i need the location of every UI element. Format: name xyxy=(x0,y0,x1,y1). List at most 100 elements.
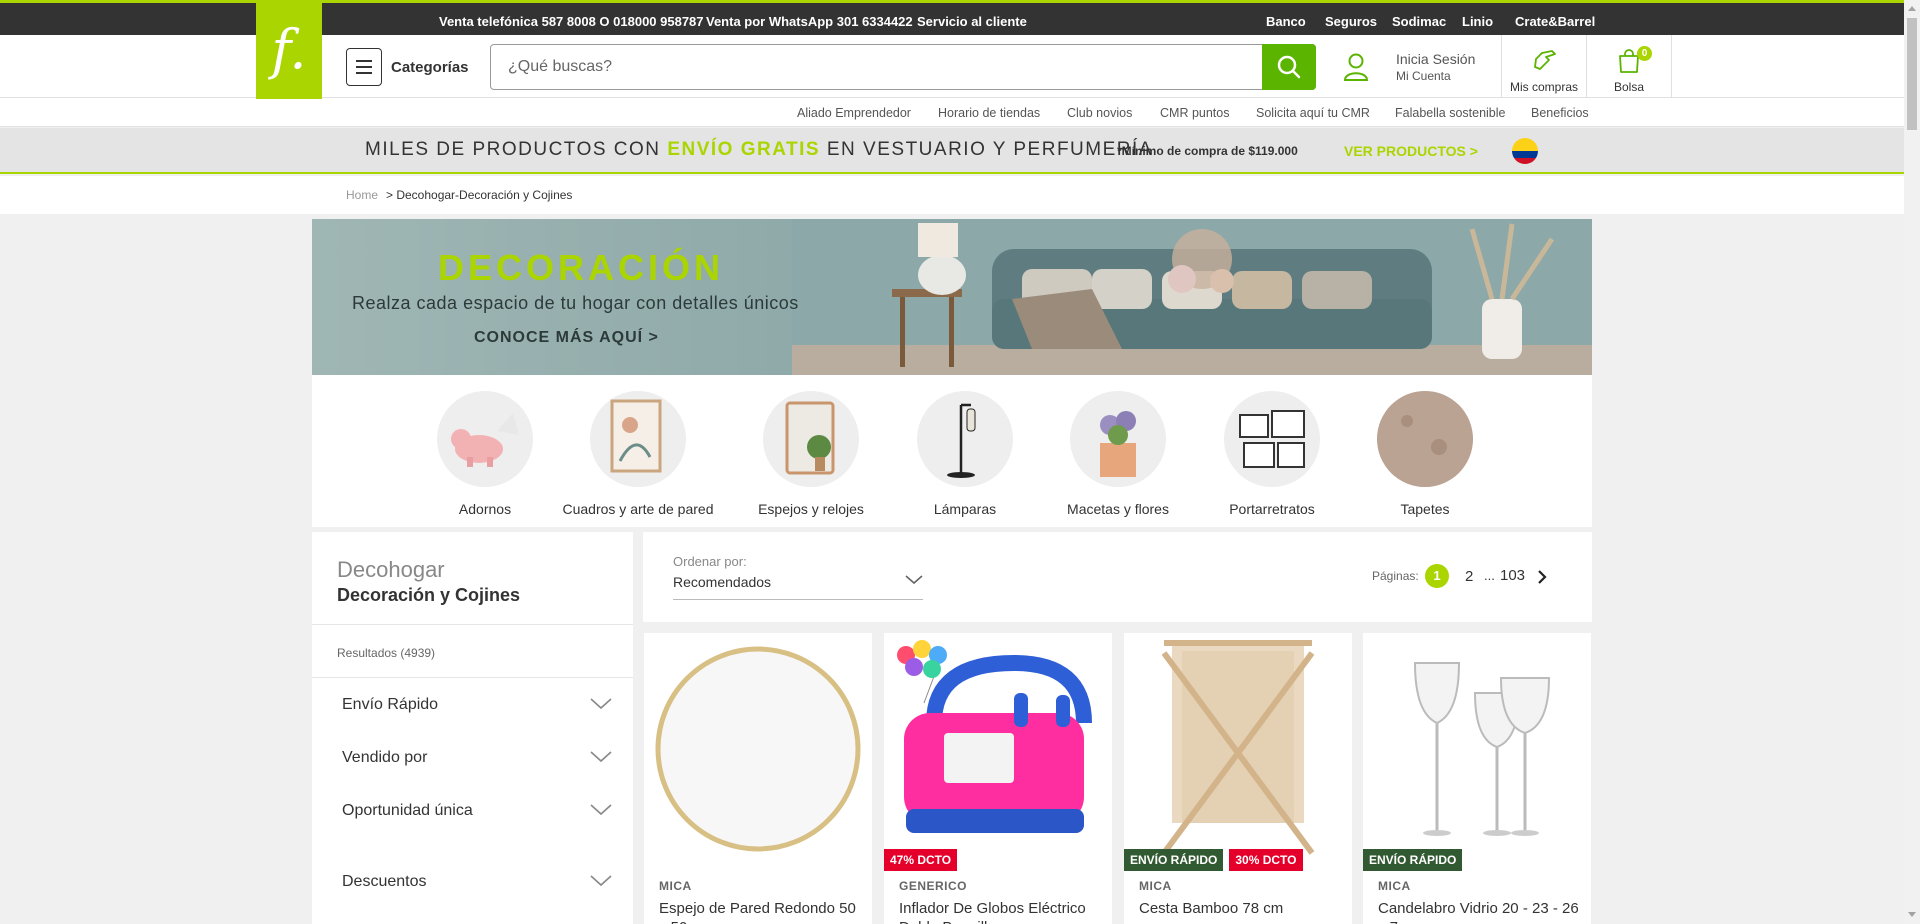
scrollbar-thumb[interactable] xyxy=(1907,18,1917,130)
sort-dropdown[interactable]: Recomendados xyxy=(673,574,923,600)
subnav-horario-tiendas[interactable]: Horario de tiendas xyxy=(938,106,1040,120)
topbar-link-linio[interactable]: Linio xyxy=(1462,14,1493,29)
topbar-link-crate-barrel[interactable]: Crate&Barrel xyxy=(1515,14,1595,29)
search-icon xyxy=(1277,55,1301,79)
categories-button[interactable]: Categorías xyxy=(391,59,469,76)
category-espejos[interactable]: Espejos y relojes xyxy=(731,391,891,517)
product-name[interactable]: Candelabro Vidrio 20 - 23 - 26 x 7 cm xyxy=(1378,899,1583,924)
product-image xyxy=(884,633,1112,861)
subnav-aliado-emprendedor[interactable]: Aliado Emprendedor xyxy=(797,106,911,120)
chevron-down-icon xyxy=(590,875,612,887)
page-current[interactable]: 1 xyxy=(1425,564,1449,588)
filter-category-title: Decohogar xyxy=(337,557,445,582)
product-brand: MICA xyxy=(659,879,692,893)
breadcrumb-current: > Decohogar-Decoración y Cojines xyxy=(386,188,573,202)
header-divider xyxy=(1671,35,1672,98)
page-2-link[interactable]: 2 xyxy=(1465,568,1473,585)
cart-label: Bolsa xyxy=(1613,80,1645,94)
product-card[interactable]: 47% DCTO GENERICO Inflador De Globos Elé… xyxy=(884,633,1112,924)
subnav-solicita-cmr[interactable]: Solicita aquí tu CMR xyxy=(1256,106,1370,120)
topbar-link-banco[interactable]: Banco xyxy=(1266,14,1306,29)
promo-text: MILES DE PRODUCTOS CON ENVÍO GRATIS EN V… xyxy=(365,139,1153,160)
espejos-image xyxy=(763,391,859,487)
hero-subtitle: Realza cada espacio de tu hogar con deta… xyxy=(352,293,799,313)
results-toolbar: Ordenar por: Recomendados Páginas: 1 2 .… xyxy=(643,532,1592,622)
filter-subcategory-title: Decoración y Cojines xyxy=(337,585,521,605)
user-icon[interactable] xyxy=(1343,52,1369,82)
filter-descuentos[interactable]: Descuentos xyxy=(342,873,612,891)
subnav-club-novios[interactable]: Club novios xyxy=(1067,106,1132,120)
product-brand: MICA xyxy=(1378,879,1411,893)
subnav-cmr-puntos[interactable]: CMR puntos xyxy=(1160,106,1229,120)
product-card[interactable]: MICA Espejo de Pared Redondo 50 x 50 cm xyxy=(644,633,872,924)
subnav-beneficios[interactable]: Beneficios xyxy=(1531,106,1589,120)
hero-cta-link[interactable]: CONOCE MÁS AQUÍ > xyxy=(474,329,659,347)
product-name[interactable]: Cesta Bamboo 78 cm xyxy=(1139,899,1344,918)
page-scrollbar[interactable] xyxy=(1904,0,1920,924)
filter-oportunidad-unica[interactable]: Oportunidad única xyxy=(342,802,612,820)
subnav-falabella-sostenible[interactable]: Falabella sostenible xyxy=(1395,106,1506,120)
cart-button[interactable]: 0 Bolsa xyxy=(1587,35,1671,98)
topbar-link-sodimac[interactable]: Sodimac xyxy=(1392,14,1446,29)
category-label: Adornos xyxy=(458,501,512,517)
category-tapetes[interactable]: Tapetes xyxy=(1345,391,1505,517)
product-brand: MICA xyxy=(1139,879,1172,893)
product-image xyxy=(644,633,872,861)
whatsapp-sales-link[interactable]: Venta por WhatsApp 301 6334422 xyxy=(706,14,913,29)
hero-banner[interactable]: DECORACIÓN Realza cada espacio de tu hog… xyxy=(312,219,1592,375)
product-name[interactable]: Espejo de Pared Redondo 50 x 50 cm xyxy=(659,899,864,924)
tapetes-image xyxy=(1377,391,1473,487)
scroll-down-arrow-icon[interactable] xyxy=(1908,912,1916,917)
promo-banner: MILES DE PRODUCTOS CON ENVÍO GRATIS EN V… xyxy=(0,128,1904,174)
category-portarretratos[interactable]: Portarretratos xyxy=(1192,391,1352,517)
promo-highlight: ENVÍO GRATIS xyxy=(667,139,821,160)
customer-service-link[interactable]: Servicio al cliente xyxy=(917,14,1027,29)
category-strip: Adornos Cuadros y arte de pared Espejos … xyxy=(312,375,1592,527)
product-image xyxy=(1363,633,1591,861)
falabella-logo[interactable]: f. xyxy=(256,0,322,99)
category-macetas[interactable]: Macetas y flores xyxy=(1038,391,1198,517)
secondary-nav: Aliado Emprendedor Horario de tiendas Cl… xyxy=(0,98,1904,127)
fast-shipping-badge: ENVÍO RÁPIDO xyxy=(1363,849,1463,871)
page-last-link[interactable]: 103 xyxy=(1500,567,1525,584)
filter-vendido-por[interactable]: Vendido por xyxy=(342,749,612,767)
scroll-up-arrow-icon[interactable] xyxy=(1908,6,1916,11)
divider xyxy=(312,624,633,625)
phone-sales-link[interactable]: Venta telefónica 587 8008 O 018000 95878… xyxy=(439,14,704,29)
category-label: Cuadros y arte de pared xyxy=(562,501,714,517)
product-card[interactable]: ENVÍO RÁPIDO MICA Candelabro Vidrio 20 -… xyxy=(1363,633,1591,924)
chevron-down-icon xyxy=(905,575,923,585)
adornos-image xyxy=(437,391,533,487)
filter-label: Vendido por xyxy=(342,749,428,766)
product-card[interactable]: ENVÍO RÁPIDO 30% DCTO MICA Cesta Bamboo … xyxy=(1124,633,1352,924)
promo-cta-link[interactable]: VER PRODUCTOS > xyxy=(1344,143,1478,159)
topbar-link-seguros[interactable]: Seguros xyxy=(1325,14,1377,29)
menu-icon[interactable] xyxy=(346,48,382,86)
my-orders-button[interactable]: Mis compras xyxy=(1502,35,1586,98)
discount-badge: 30% DCTO xyxy=(1229,849,1303,871)
search-button[interactable] xyxy=(1262,44,1316,90)
category-cuadros[interactable]: Cuadros y arte de pared xyxy=(558,391,718,517)
account-link[interactable]: Mi Cuenta xyxy=(1396,69,1451,83)
product-tags: 47% DCTO xyxy=(884,849,958,871)
colombia-flag-icon[interactable] xyxy=(1512,138,1538,164)
breadcrumb-home[interactable]: Home xyxy=(346,188,378,202)
hero-living-room-image xyxy=(792,219,1592,375)
promo-minimum: *Mínimo de compra de $119.000 xyxy=(1117,144,1298,158)
divider xyxy=(312,677,633,678)
category-adornos[interactable]: Adornos xyxy=(405,391,565,517)
sort-selected-value: Recomendados xyxy=(673,574,772,590)
orders-icon xyxy=(1534,50,1556,70)
search-bar xyxy=(490,44,1316,90)
product-name[interactable]: Inflador De Globos Eléctrico Doble Boqui… xyxy=(899,899,1104,924)
page-ellipsis: ... xyxy=(1484,568,1495,583)
filter-label: Oportunidad única xyxy=(342,802,473,819)
macetas-image xyxy=(1070,391,1166,487)
filter-envio-rapido[interactable]: Envío Rápido xyxy=(342,696,612,714)
category-lamparas[interactable]: Lámparas xyxy=(885,391,1045,517)
login-link[interactable]: Inicia Sesión xyxy=(1396,51,1475,67)
search-input[interactable] xyxy=(491,45,1261,89)
category-label: Lámparas xyxy=(933,501,997,517)
chevron-right-icon[interactable] xyxy=(1536,569,1548,585)
my-orders-label: Mis compras xyxy=(1509,80,1578,94)
